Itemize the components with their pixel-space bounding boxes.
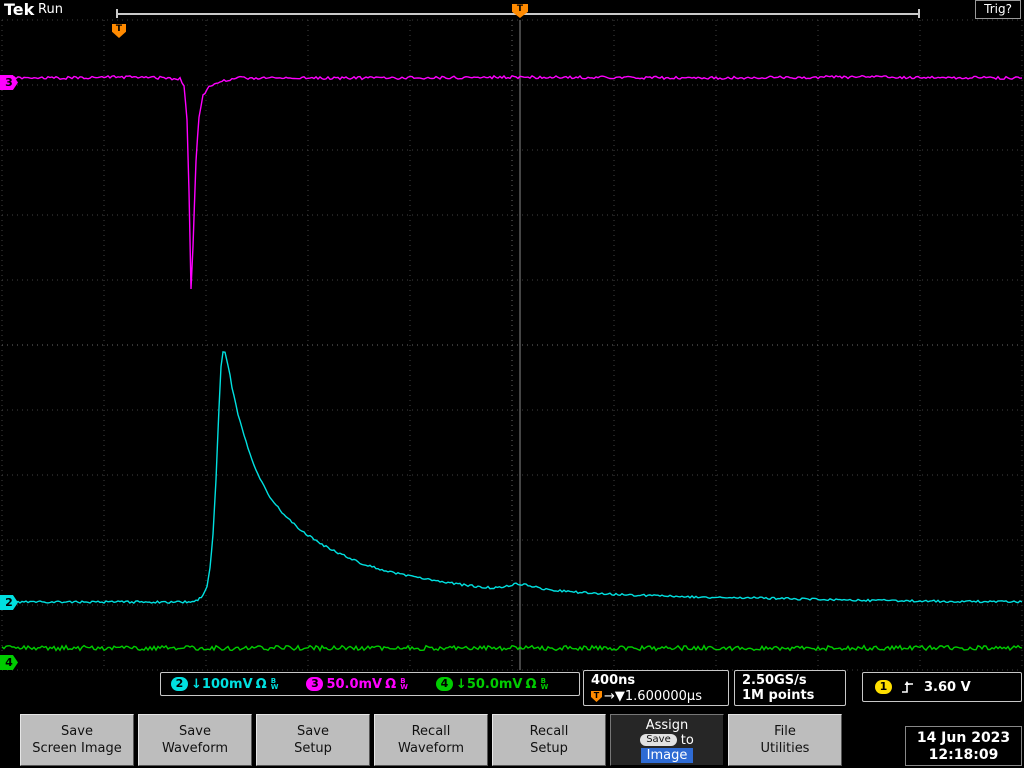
ch3-scale: 50.0mV bbox=[326, 676, 383, 692]
datetime-display: 14 Jun 2023 12:18:09 bbox=[905, 726, 1022, 766]
save-pill: Save bbox=[640, 734, 677, 746]
timebase-scale: 400ns bbox=[591, 673, 636, 688]
acquisition-readout[interactable]: 2.50GS/s 1M points bbox=[734, 670, 846, 706]
ch2-scale: ↓100mV bbox=[191, 676, 253, 692]
recall-waveform-button[interactable]: Recall Waveform bbox=[374, 714, 488, 766]
button-label: Screen Image bbox=[32, 741, 122, 756]
button-label: Setup bbox=[530, 741, 568, 756]
button-label: Waveform bbox=[162, 741, 228, 756]
ch3-coupling: Ω bbox=[385, 676, 397, 692]
button-label: Recall bbox=[529, 724, 569, 739]
trigger-level: 3.60 V bbox=[924, 679, 971, 695]
ch4-bandwidth-limit-indicator: BW bbox=[540, 677, 549, 691]
channel-readouts[interactable]: 2 ↓100mV Ω BW 3 50.0mV Ω BW 4 ↓50.0mV Ω … bbox=[160, 672, 580, 696]
ch2-coupling: Ω bbox=[255, 676, 267, 692]
delay-readout: T →▼1.600000µs bbox=[591, 689, 721, 704]
ch3-bandwidth-limit-indicator: BW bbox=[400, 677, 408, 691]
save-screen-image-button[interactable]: Save Screen Image bbox=[20, 714, 134, 766]
ch2-bandwidth-limit-indicator: BW bbox=[270, 677, 279, 691]
button-label: Utilities bbox=[760, 741, 810, 756]
time: 12:18:09 bbox=[928, 746, 999, 763]
tek-logo: Tek bbox=[4, 0, 35, 19]
button-label: Save bbox=[61, 724, 93, 739]
record-view-left-bracket bbox=[116, 9, 118, 18]
readout-bar: 2 ↓100mV Ω BW 3 50.0mV Ω BW 4 ↓50.0mV Ω … bbox=[0, 670, 1024, 708]
horizontal-readout[interactable]: 400ns T →▼1.600000µs bbox=[583, 670, 729, 706]
delay-value: →▼1.600000µs bbox=[604, 689, 702, 704]
trigger-readout[interactable]: 1 3.60 V bbox=[862, 672, 1022, 702]
button-label: Recall bbox=[411, 724, 451, 739]
assign-line2: Save to bbox=[640, 733, 694, 748]
save-setup-button[interactable]: Save Setup bbox=[256, 714, 370, 766]
record-view-right-bracket bbox=[918, 9, 920, 18]
save-waveform-button[interactable]: Save Waveform bbox=[138, 714, 252, 766]
assign-save-button[interactable]: Assign Save to Image bbox=[610, 714, 724, 766]
ch4-badge: 4 bbox=[435, 677, 453, 691]
ch3-badge: 3 bbox=[306, 677, 324, 691]
ch4-readout[interactable]: 4 ↓50.0mV Ω BW bbox=[435, 676, 549, 692]
trigger-status-indicator: Trig? bbox=[975, 0, 1021, 19]
assign-line1: Assign bbox=[645, 717, 689, 733]
recall-setup-button[interactable]: Recall Setup bbox=[492, 714, 606, 766]
oscilloscope-screen: Tek Run T Trig? T 3 2 4 2 ↓100mV Ω BW 3 … bbox=[0, 0, 1024, 768]
ch4-scale: ↓50.0mV bbox=[455, 676, 523, 692]
assign-to-text: to bbox=[680, 732, 694, 748]
file-utilities-button[interactable]: File Utilities bbox=[728, 714, 842, 766]
ch2-readout[interactable]: 2 ↓100mV Ω BW bbox=[171, 677, 278, 692]
button-label: Waveform bbox=[398, 741, 464, 756]
ch2-badge: 2 bbox=[171, 677, 188, 691]
ch4-coupling: Ω bbox=[525, 676, 537, 692]
sample-rate: 2.50GS/s bbox=[742, 673, 807, 688]
assign-target: Image bbox=[640, 747, 694, 763]
rising-edge-icon bbox=[902, 681, 913, 693]
record-length: 1M points bbox=[742, 688, 815, 703]
trigger-position-icon: T bbox=[591, 691, 602, 702]
button-label: Setup bbox=[294, 741, 332, 756]
ch3-readout[interactable]: 3 50.0mV Ω BW bbox=[306, 676, 408, 692]
bottom-menu: Save Screen Image Save Waveform Save Set… bbox=[0, 710, 1024, 768]
button-label: Save bbox=[179, 724, 211, 739]
acquisition-status: Run bbox=[38, 2, 63, 17]
date: 14 Jun 2023 bbox=[916, 729, 1011, 746]
trigger-source-badge: 1 bbox=[875, 680, 892, 694]
button-label: File bbox=[774, 724, 796, 739]
button-label: Save bbox=[297, 724, 329, 739]
waveform-display bbox=[1, 19, 1023, 671]
